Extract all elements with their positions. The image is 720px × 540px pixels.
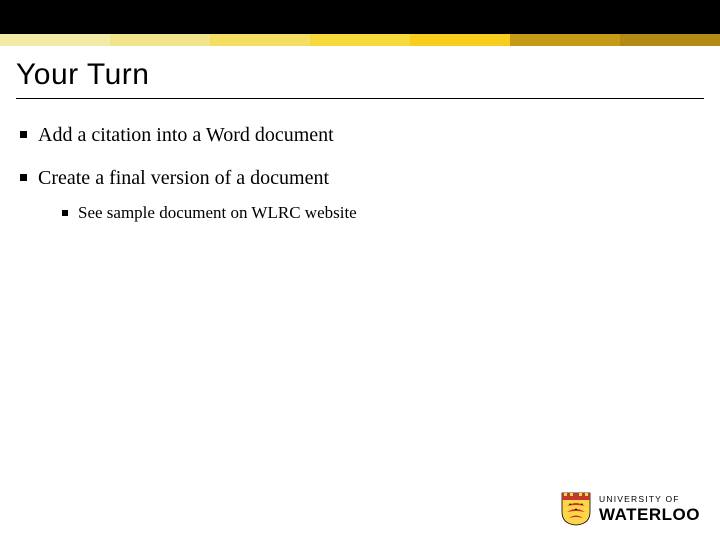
wordmark-line2: WATERLOO [599, 506, 700, 523]
stripe-segment [510, 34, 620, 46]
stripe-segment [0, 34, 110, 46]
stripe-segment [620, 34, 720, 46]
list-item: See sample document on WLRC website [60, 202, 704, 225]
header-yellow-strip [0, 34, 720, 46]
waterloo-wordmark: UNIVERSITY OF WATERLOO [599, 495, 700, 523]
content-area: Add a citation into a Word document Crea… [16, 112, 704, 241]
footer-logo: UNIVERSITY OF WATERLOO [561, 492, 700, 526]
list-item-text: See sample document on WLRC website [78, 203, 357, 222]
list-item: Create a final version of a document See… [16, 165, 704, 225]
stripe-segment [310, 34, 410, 46]
stripe-segment [110, 34, 210, 46]
bullet-list: Add a citation into a Word document Crea… [16, 122, 704, 225]
stripe-segment [410, 34, 510, 46]
slide: Your Turn Add a citation into a Word doc… [0, 0, 720, 540]
sub-bullet-list: See sample document on WLRC website [38, 202, 704, 225]
wordmark-line1: UNIVERSITY OF [599, 495, 700, 504]
header-black-bar [0, 0, 720, 34]
title-area: Your Turn [16, 54, 704, 99]
list-item-text: Add a citation into a Word document [38, 124, 334, 146]
waterloo-crest-icon [561, 492, 591, 526]
list-item-text: Create a final version of a document [38, 167, 329, 189]
stripe-segment [210, 34, 310, 46]
list-item: Add a citation into a Word document [16, 122, 704, 149]
slide-title: Your Turn [16, 58, 704, 92]
title-underline [16, 98, 704, 99]
